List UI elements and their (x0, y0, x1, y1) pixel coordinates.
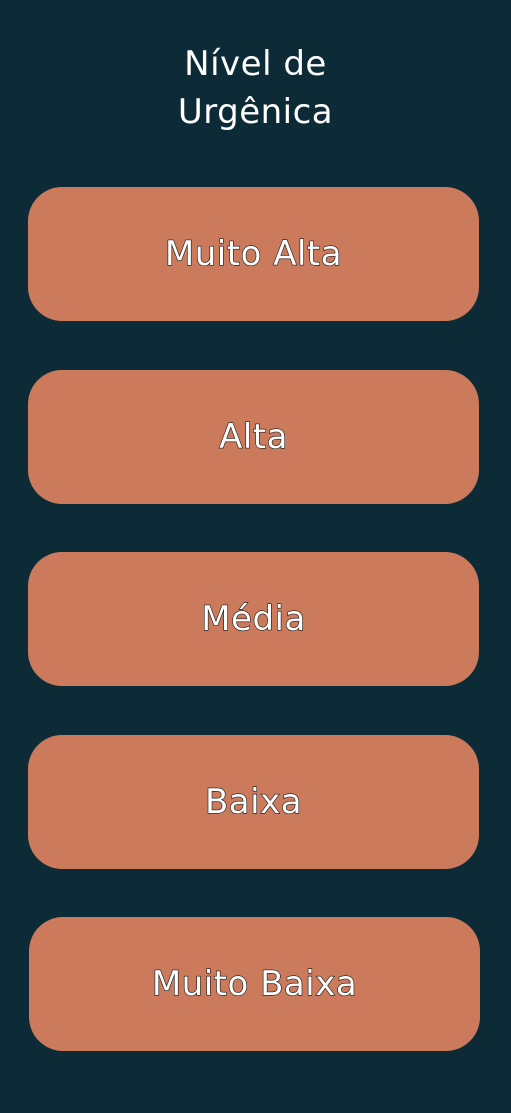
urgency-very-high-button[interactable]: Muito Alta (28, 187, 479, 321)
page-title-line-2: Urgênica (177, 92, 334, 132)
page-title: Nível de Urgênica (0, 40, 511, 136)
urgency-medium-button[interactable]: Média (28, 552, 479, 686)
urgency-high-button[interactable]: Alta (28, 370, 479, 504)
urgency-high-label: Alta (218, 416, 288, 457)
urgency-low-button[interactable]: Baixa (28, 735, 479, 869)
urgency-very-low-button[interactable]: Muito Baixa (29, 917, 480, 1051)
urgency-very-low-label: Muito Baixa (151, 963, 358, 1004)
urgency-medium-label: Média (201, 598, 306, 639)
urgency-low-label: Baixa (204, 781, 303, 822)
page-title-line-1: Nível de (184, 44, 327, 84)
urgency-very-high-label: Muito Alta (164, 233, 343, 274)
